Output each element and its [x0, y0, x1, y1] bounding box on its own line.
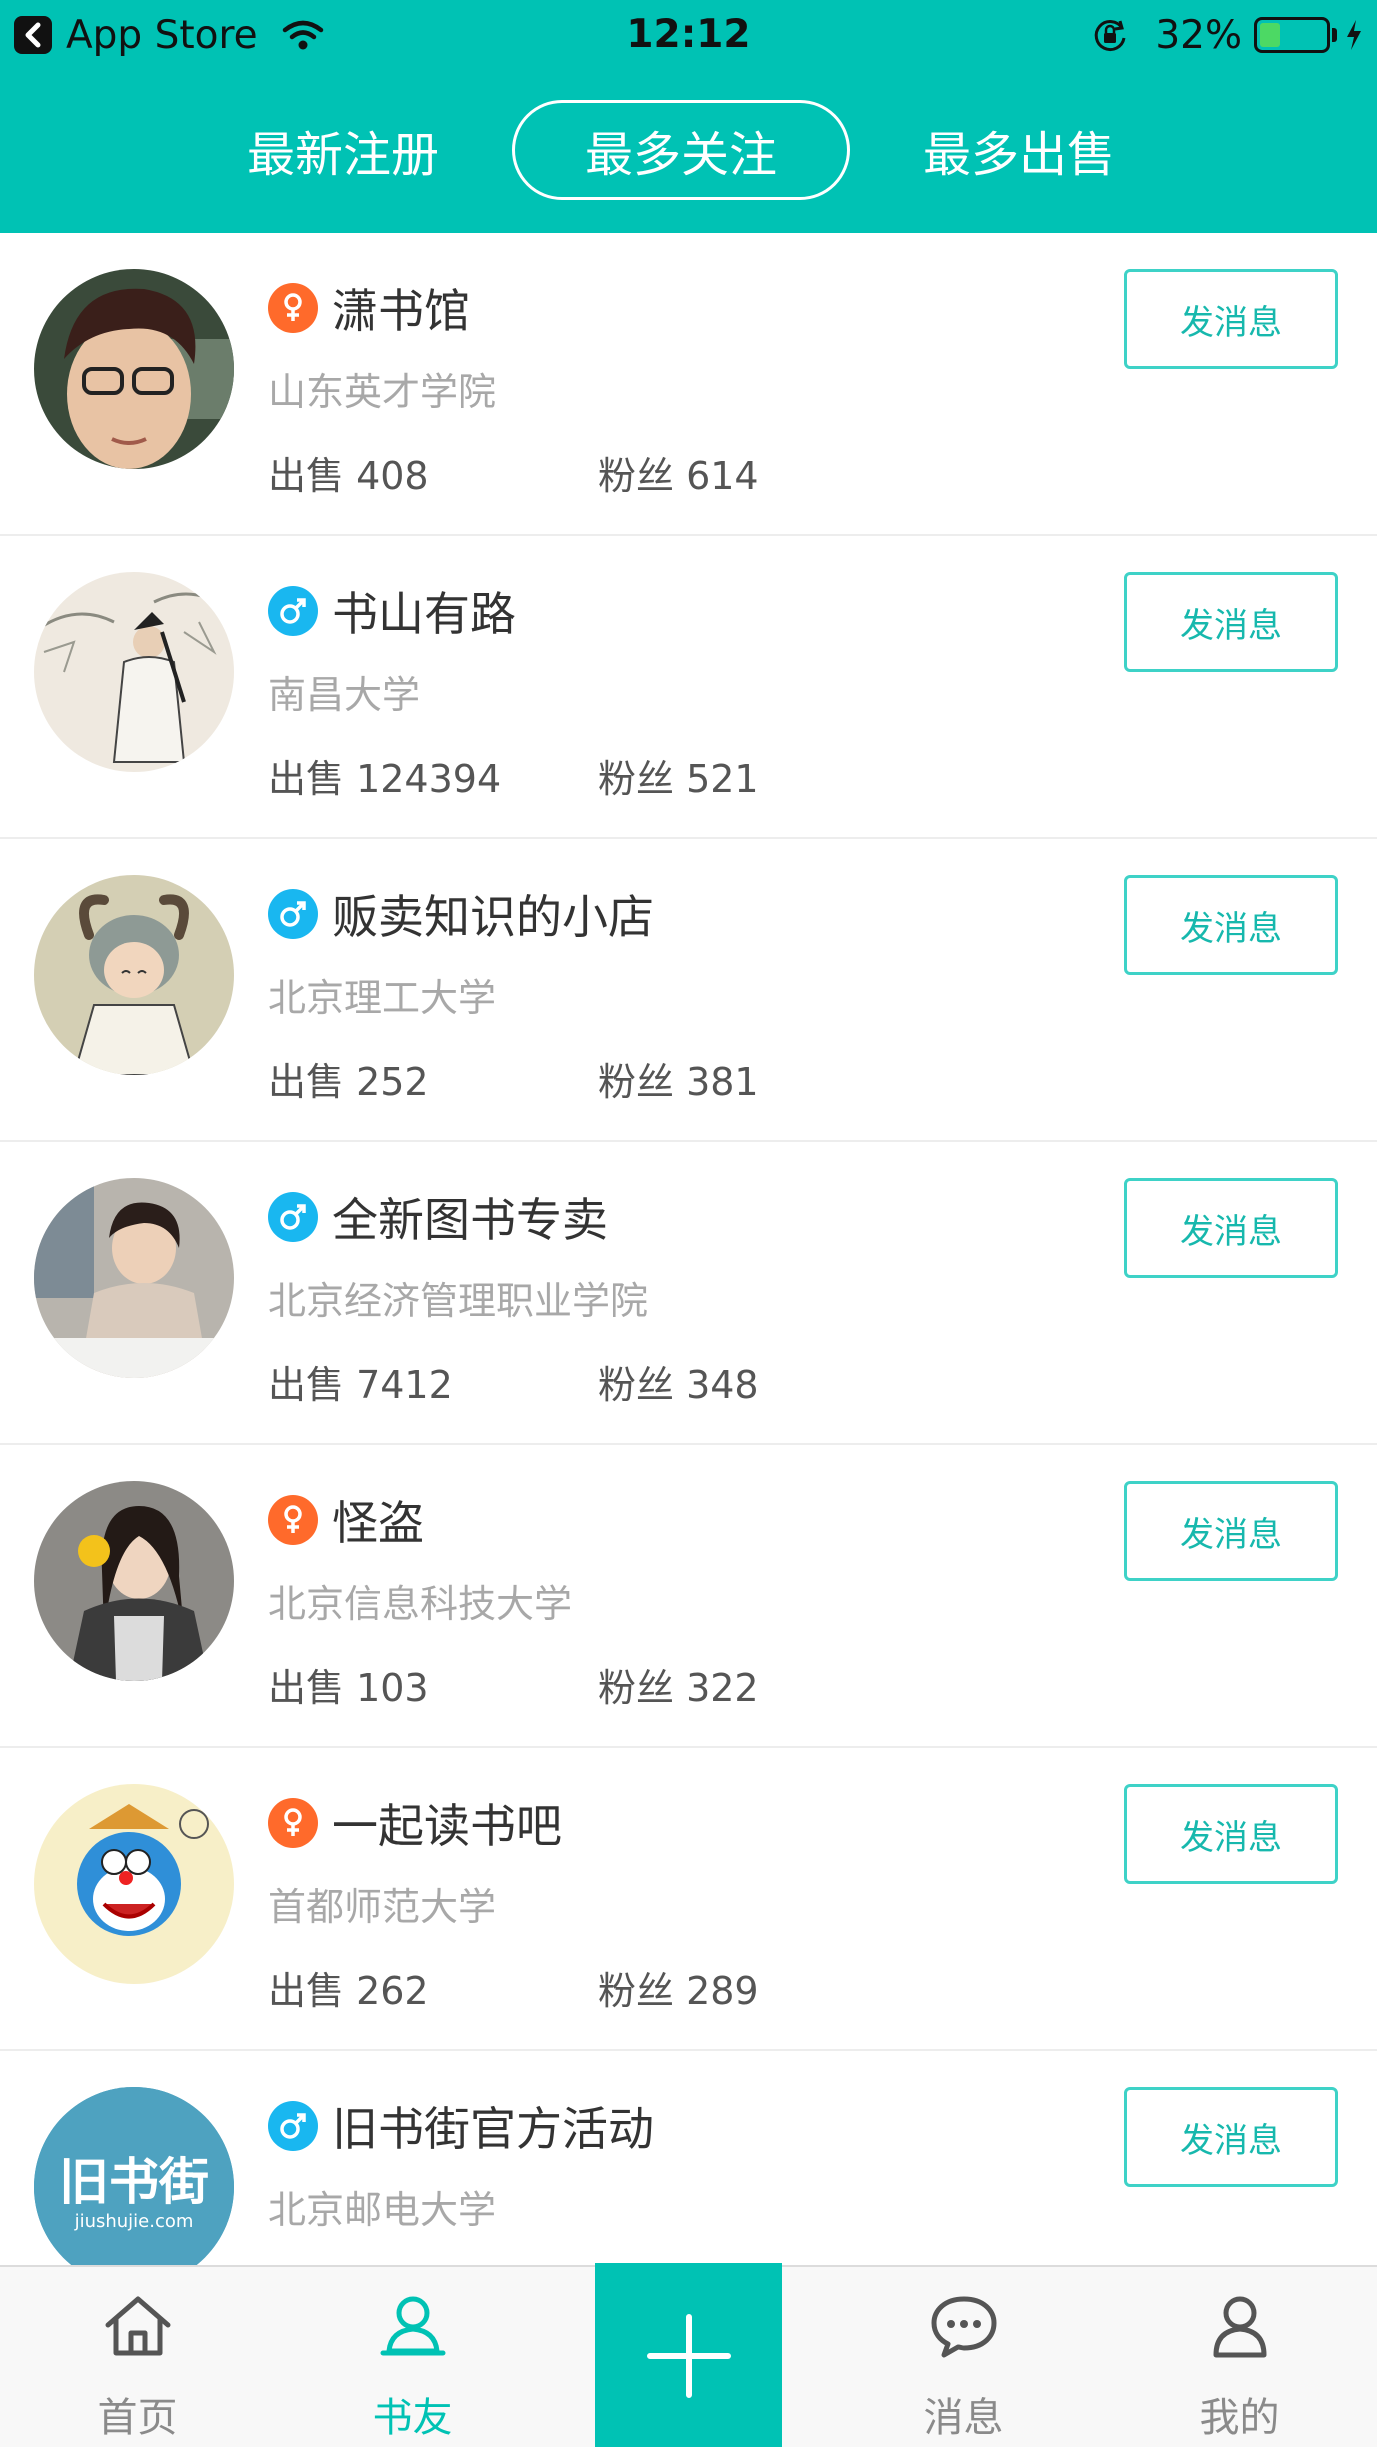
list-item[interactable]: 全新图书专卖 北京经济管理职业学院 出售 7412 粉丝 348 发消息	[0, 1142, 1377, 1445]
nav-friends[interactable]: 书友	[275, 2267, 550, 2447]
tab-most-followed[interactable]: 最多关注	[512, 100, 850, 200]
nav-messages-label[interactable]: 消息	[826, 2385, 1101, 2443]
status-right: 32%	[1091, 12, 1363, 58]
user-name[interactable]: 贩卖知识的小店	[332, 881, 654, 947]
user-school: 北京经济管理职业学院	[268, 1279, 649, 1323]
send-message-button[interactable]: 发消息	[1124, 572, 1338, 672]
male-icon	[268, 2101, 318, 2151]
fans-count: 粉丝 289	[598, 1969, 759, 2013]
user-school: 南昌大学	[268, 673, 421, 717]
add-button[interactable]	[595, 2263, 782, 2447]
nav-home-label[interactable]: 首页	[0, 2385, 275, 2443]
sold-count: 出售 262	[268, 1969, 429, 2013]
sold-count: 出售 7412	[268, 1363, 453, 1407]
user-icon[interactable]	[1204, 2293, 1276, 2359]
sold-count: 出售 408	[268, 454, 429, 498]
male-icon	[268, 889, 318, 939]
nav-home[interactable]: 首页	[0, 2267, 275, 2447]
battery-cap	[1332, 28, 1337, 42]
battery-fill	[1260, 23, 1281, 47]
send-message-button[interactable]: 发消息	[1124, 1481, 1338, 1581]
sold-count: 出售 252	[268, 1060, 429, 1104]
avatar[interactable]	[34, 1178, 234, 1378]
nav-messages[interactable]: 消息	[826, 2267, 1101, 2447]
send-message-button[interactable]: 发消息	[1124, 2087, 1338, 2187]
user-school: 北京信息科技大学	[268, 1582, 573, 1626]
send-message-button[interactable]: 发消息	[1124, 875, 1338, 975]
user-school: 北京理工大学	[268, 976, 497, 1020]
battery-percent: 32%	[1155, 12, 1242, 58]
fans-count: 粉丝 381	[598, 1060, 759, 1104]
list-item[interactable]: 书山有路 南昌大学 出售 124394 粉丝 521 发消息	[0, 536, 1377, 839]
female-icon	[268, 1495, 318, 1545]
user-school: 山东英才学院	[268, 370, 497, 414]
battery-icon	[1254, 17, 1330, 53]
header: App Store 12:12 32% 最新注册 最多关注 最多出售	[0, 0, 1377, 233]
status-bar: App Store 12:12 32%	[0, 0, 1377, 70]
send-message-button[interactable]: 发消息	[1124, 1784, 1338, 1884]
avatar[interactable]	[34, 1481, 234, 1681]
fans-count: 粉丝 614	[598, 454, 759, 498]
user-list: 潇书馆 山东英才学院 出售 408 粉丝 614 发消息 书山有路 南昌大学 出…	[0, 233, 1377, 2354]
list-item[interactable]: 潇书馆 山东英才学院 出售 408 粉丝 614 发消息	[0, 233, 1377, 536]
logo-subtext: jiushujie.com	[74, 2211, 194, 2232]
user-name[interactable]: 一起读书吧	[332, 1790, 562, 1856]
tab-most-sold[interactable]: 最多出售	[850, 100, 1188, 200]
bottom-nav: 首页 书友 消息 我的	[0, 2263, 1377, 2447]
charging-bolt-icon	[1347, 20, 1361, 50]
sold-count: 出售 103	[268, 1666, 429, 1710]
user-name[interactable]: 潇书馆	[332, 275, 470, 341]
tab-bar: 最新注册 最多关注 最多出售	[0, 100, 1377, 200]
user-name[interactable]: 怪盗	[332, 1487, 424, 1553]
rotation-lock-icon	[1095, 20, 1126, 52]
avatar[interactable]: 旧书街 jiushujie.com	[34, 2087, 234, 2287]
avatar[interactable]	[34, 875, 234, 1075]
chat-icon[interactable]	[928, 2293, 1000, 2359]
user-name[interactable]: 书山有路	[332, 578, 516, 644]
send-message-button[interactable]: 发消息	[1124, 269, 1338, 369]
send-message-button[interactable]: 发消息	[1124, 1178, 1338, 1278]
avatar[interactable]	[34, 1784, 234, 1984]
list-item[interactable]: 贩卖知识的小店 北京理工大学 出售 252 粉丝 381 发消息	[0, 839, 1377, 1142]
user-name[interactable]: 全新图书专卖	[332, 1184, 608, 1250]
female-icon	[268, 283, 318, 333]
nav-friends-label[interactable]: 书友	[275, 2385, 550, 2443]
home-icon[interactable]	[102, 2293, 174, 2359]
male-icon	[268, 1192, 318, 1242]
avatar[interactable]	[34, 572, 234, 772]
fans-count: 粉丝 348	[598, 1363, 759, 1407]
fans-count: 粉丝 322	[598, 1666, 759, 1710]
tab-newest[interactable]: 最新注册	[174, 100, 512, 200]
logo-text: 旧书街	[59, 2153, 209, 2211]
user-school: 北京邮电大学	[268, 2188, 497, 2232]
list-item[interactable]: 一起读书吧 首都师范大学 出售 262 粉丝 289 发消息	[0, 1748, 1377, 2051]
nav-me-label[interactable]: 我的	[1102, 2385, 1377, 2443]
sold-count: 出售 124394	[268, 757, 502, 801]
list-item[interactable]: 怪盗 北京信息科技大学 出售 103 粉丝 322 发消息	[0, 1445, 1377, 1748]
friends-icon[interactable]	[377, 2293, 449, 2359]
male-icon	[268, 586, 318, 636]
user-name[interactable]: 旧书街官方活动	[332, 2093, 654, 2159]
nav-me[interactable]: 我的	[1102, 2267, 1377, 2447]
female-icon	[268, 1798, 318, 1848]
avatar[interactable]	[34, 269, 234, 469]
plus-icon[interactable]	[646, 2313, 732, 2399]
fans-count: 粉丝 521	[598, 757, 759, 801]
user-school: 首都师范大学	[268, 1885, 497, 1929]
